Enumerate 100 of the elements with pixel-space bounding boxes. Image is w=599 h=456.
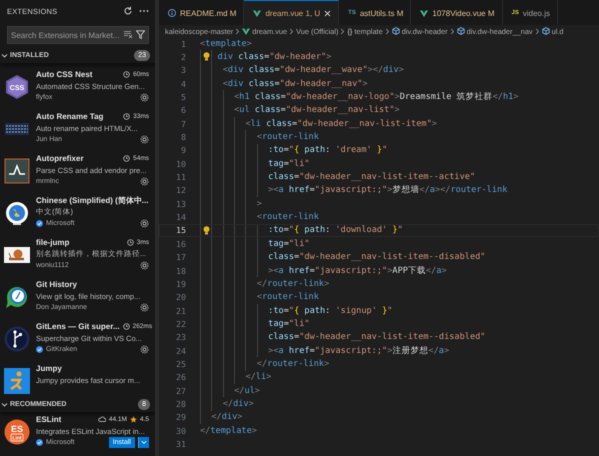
line-number: 20: [175, 292, 186, 302]
vue-file-icon: [420, 10, 428, 16]
runner-logo-icon: [4, 368, 30, 394]
code-line: <router-link: [200, 130, 319, 144]
clock-icon: [123, 113, 130, 120]
chevron-down-icon: [141, 440, 147, 446]
close-icon[interactable]: [324, 10, 332, 16]
line-number: 30: [175, 426, 186, 436]
line-number: 27: [175, 386, 186, 396]
code-line: </ul>: [200, 384, 260, 398]
line-number: 6: [180, 105, 186, 116]
branch-logo-icon: [4, 326, 30, 352]
chevron-right-icon: [384, 28, 390, 34]
clock-bubble-icon: [4, 284, 30, 310]
line-number: 28: [175, 398, 186, 409]
clear-filter-icon[interactable]: [124, 30, 133, 38]
extension-name[interactable]: file-jump: [36, 238, 124, 248]
install-dropdown-button[interactable]: [138, 437, 149, 448]
code-line: class="dw-header__nav-list-item--disabled": [200, 330, 486, 344]
chevron-right-icon: [235, 28, 240, 34]
code-line: <li class="dw-header__nav-list-item">: [200, 117, 437, 130]
code-line: class="dw-header__nav-list-item--active": [200, 170, 476, 184]
cube-icon: [392, 27, 400, 35]
line-number: 5: [180, 92, 186, 102]
code-line: tag="li": [200, 237, 310, 250]
clock-icon: [122, 323, 130, 330]
line-number: 14: [175, 212, 186, 222]
gear-icon[interactable]: [140, 93, 149, 102]
code-line: </li>: [200, 370, 272, 384]
peak-logo-icon: [4, 158, 30, 184]
cloud-icon: [98, 416, 106, 424]
extension-name[interactable]: Jumpy: [36, 364, 149, 374]
extension-name[interactable]: Autoprefixer: [36, 154, 120, 164]
line-number: 18: [175, 266, 186, 276]
line-number: 11: [175, 172, 186, 182]
refresh-icon[interactable]: [123, 6, 133, 16]
code-line: <div class="dw-header__nav">: [200, 77, 368, 90]
chevron-down-icon[interactable]: [1, 52, 8, 59]
gear-icon[interactable]: [140, 177, 149, 186]
line-number: 21: [175, 306, 186, 316]
line-number: 17: [175, 252, 186, 262]
code-line: </div>: [200, 410, 242, 424]
line-number: 15: [175, 225, 186, 236]
code-line: ><a href="javascript:;">APP下载</a>: [200, 264, 447, 278]
line-number: 8: [180, 132, 186, 142]
code-line: <h1 class="dw-header__nav-logo">Dreamsmile 筑梦社群</h1>: [200, 90, 519, 104]
extension-name[interactable]: GitLens — Git super...: [36, 322, 120, 332]
vue-file-icon: [242, 28, 250, 34]
line-number: 2: [180, 52, 186, 62]
extension-name[interactable]: Chinese (Simplified) (简体中...: [36, 195, 149, 206]
globe-icon: [4, 200, 30, 226]
code-line: <router-link: [200, 210, 319, 224]
code-line: tag="li": [200, 317, 310, 331]
filter-icon[interactable]: [136, 30, 145, 39]
line-number: 31: [175, 438, 186, 449]
lightbulb-icon[interactable]: [203, 52, 210, 62]
line-number: 23: [175, 332, 186, 342]
lightbulb-icon[interactable]: [203, 226, 210, 235]
gear-icon[interactable]: [140, 303, 149, 312]
extension-name[interactable]: Auto CSS Nest: [36, 70, 120, 80]
vue-file-icon: [253, 10, 262, 16]
line-number: 10: [175, 158, 186, 169]
clock-icon: [123, 71, 130, 78]
gear-icon[interactable]: [140, 219, 149, 228]
clock-icon: [123, 155, 130, 162]
code-line: >: [200, 197, 262, 210]
code-line: :to="{ path: 'dream' }": [200, 144, 388, 158]
extension-name[interactable]: Git History: [36, 280, 149, 290]
cube-icon: [456, 27, 465, 35]
code-line: </div>: [200, 397, 254, 411]
line-number: 9: [180, 145, 186, 156]
search-field[interactable]: Search Extensions in Market...: [7, 26, 149, 44]
line-number: 25: [175, 358, 186, 369]
extension-name[interactable]: ESLint: [36, 415, 95, 424]
line-number: 22: [175, 318, 186, 329]
gear-icon[interactable]: [140, 135, 149, 144]
chevron-right-icon: [450, 28, 455, 34]
chevron-down-icon[interactable]: [1, 401, 8, 408]
code-line: <router-link: [200, 290, 319, 304]
gear-icon[interactable]: [140, 345, 149, 354]
cube-icon: [542, 27, 550, 35]
extension-name[interactable]: Auto Rename Tag: [36, 112, 120, 122]
code-line: class="dw-header__nav-list-item--disabled": [200, 250, 486, 264]
chevron-right-icon: [289, 28, 294, 34]
star-icon: [130, 416, 137, 424]
gear-icon[interactable]: [140, 261, 149, 270]
line-number: 1: [180, 38, 186, 49]
line-number: 13: [175, 198, 186, 209]
chevron-right-icon: [534, 28, 540, 34]
line-number: 26: [175, 372, 186, 382]
line-number: 3: [180, 65, 186, 76]
chevron-right-icon: [340, 28, 346, 34]
code-line: tag="li": [200, 157, 310, 170]
code-line: <ul class="dw-header__nav-list">: [200, 104, 400, 118]
code-line: :to="{ path: 'signup' }": [200, 304, 392, 318]
line-number: 4: [180, 78, 186, 89]
code-line: ><a href="javascript:;">梦想墙</a></router-link: [200, 184, 508, 198]
editor-tab[interactable]: dream.vue 1, U: [244, 0, 340, 25]
line-number: 16: [175, 238, 186, 249]
code-line: ><a href="javascript:;">注册梦想</a>: [200, 344, 450, 358]
